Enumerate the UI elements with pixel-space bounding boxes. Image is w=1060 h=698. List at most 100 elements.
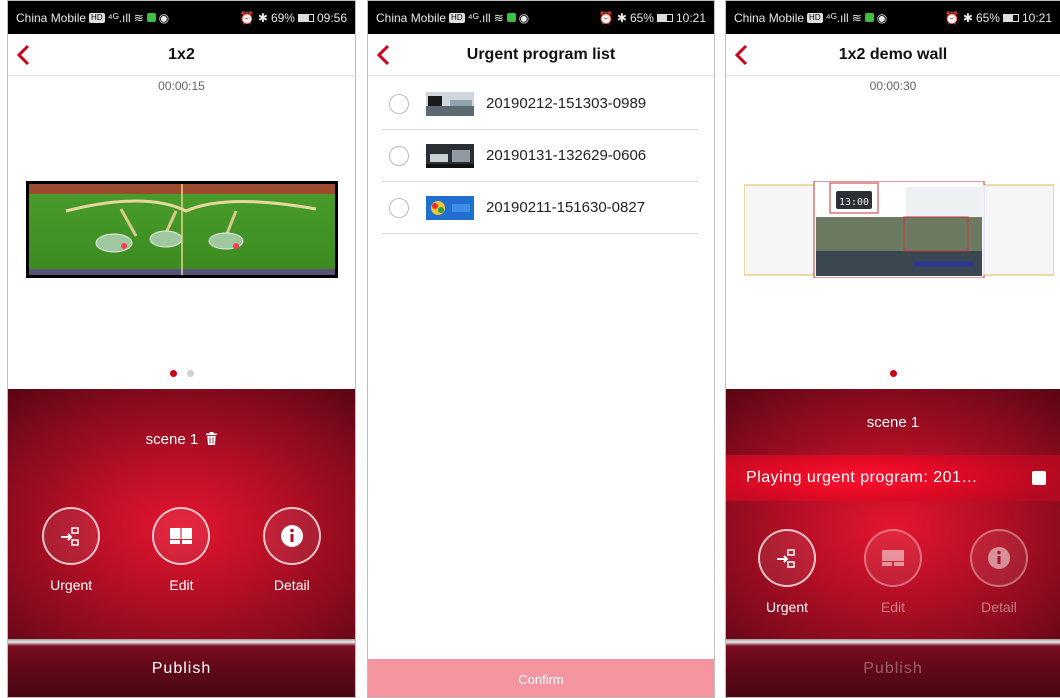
trash-icon[interactable] (206, 432, 218, 449)
page-dot[interactable] (889, 370, 897, 377)
phone-screen-demo-wall: China Mobile HD ⁴ᴳ.ıll ≋ ◉ ⏰ ✱ 65% 10:21… (725, 0, 1060, 698)
clock-display: 13:00 (839, 197, 869, 208)
page-title: Urgent program list (466, 45, 616, 63)
battery-percent: 69% (270, 10, 295, 25)
battery-icon (297, 13, 314, 22)
program-name: 20190212-151303-0989 (486, 95, 647, 112)
confirm-button[interactable]: Confirm (368, 659, 714, 697)
app-notification-icon (864, 13, 874, 22)
alarm-icon: ⏰ (944, 10, 960, 25)
notification-icon: ◉ (876, 10, 888, 25)
edit-label: Edit (169, 577, 194, 593)
playback-timer: 00:00:15 (158, 79, 205, 93)
carrier-label: China Mobile (376, 10, 447, 25)
signal-icon: ⁴ᴳ.ıll (107, 10, 131, 25)
urgent-checkbox[interactable] (1032, 471, 1046, 485)
radio-button[interactable] (389, 93, 409, 114)
detail-button[interactable]: Detail (954, 529, 1044, 615)
urgent-button[interactable]: Urgent (742, 529, 832, 615)
program-list-item[interactable]: 20190212-151303-0989 (382, 78, 698, 130)
urgent-icon (758, 529, 816, 587)
detail-button[interactable]: Detail (247, 507, 337, 593)
scene-header: scene 1 (726, 414, 1060, 431)
publish-button[interactable]: Publish (8, 639, 355, 697)
chevron-left-icon (16, 44, 30, 66)
signal-icon: ⁴ᴳ.ıll (825, 10, 849, 25)
program-name: 20190211-151630-0827 (486, 199, 646, 216)
notification-icon: ◉ (158, 10, 170, 25)
wifi-icon: ≋ (493, 10, 504, 25)
radio-button[interactable] (389, 197, 409, 218)
title-bar: 1x2 (8, 34, 355, 76)
page-indicator (8, 370, 355, 377)
action-row: Urgent Edit Detail (8, 507, 355, 593)
edit-button[interactable]: Edit (136, 507, 226, 593)
detail-label: Detail (273, 577, 310, 593)
back-button[interactable] (16, 34, 46, 76)
scene-panel: scene 1 Urgent Edit Detail (726, 389, 1060, 639)
clock-time: 09:56 (316, 10, 347, 25)
status-bar: China Mobile HD ⁴ᴳ.ıll ≋ ◉ ⏰ ✱ 65% 10:21 (726, 1, 1060, 34)
page-dot[interactable] (186, 370, 194, 377)
hd-badge: HD (89, 12, 105, 23)
phone-screen-wall-1x2: China Mobile HD ⁴ᴳ.ıll ≋ ◉ ⏰ ✱ 69% 09:56… (7, 0, 356, 698)
title-bar: 1x2 demo wall (726, 34, 1060, 76)
wifi-icon: ≋ (133, 10, 144, 25)
carrier-label: China Mobile (734, 10, 805, 25)
action-row: Urgent Edit Detail (726, 529, 1060, 615)
program-list-item[interactable]: 20190131-132629-0606 (382, 130, 698, 182)
program-list-item[interactable]: 20190211-151630-0827 (382, 182, 698, 234)
battery-percent: 65% (975, 10, 1000, 25)
edit-button[interactable]: Edit (848, 529, 938, 615)
alarm-icon: ⏰ (598, 10, 614, 25)
wall-preview[interactable]: 13:00 (743, 180, 1055, 283)
carrier-label: China Mobile (16, 10, 87, 25)
wall-preview[interactable] (26, 181, 338, 283)
title-bar: Urgent program list (368, 34, 714, 76)
radio-button[interactable] (389, 145, 409, 166)
urgent-icon (42, 507, 101, 565)
notification-icon: ◉ (518, 10, 530, 25)
page-dot[interactable] (169, 370, 177, 377)
wifi-icon: ≋ (851, 10, 862, 25)
urgent-playing-text: Playing urgent program: 201… (746, 469, 978, 486)
chevron-left-icon (734, 44, 748, 66)
program-thumbnail (426, 91, 474, 116)
urgent-playing-bar: Playing urgent program: 201… (726, 455, 1060, 501)
clock-time: 10:21 (675, 10, 706, 25)
back-button[interactable] (734, 34, 764, 76)
program-thumbnail (426, 195, 474, 220)
back-button[interactable] (376, 34, 406, 76)
bluetooth-icon: ✱ (257, 10, 268, 25)
urgent-button[interactable]: Urgent (26, 507, 116, 593)
status-bar: China Mobile HD ⁴ᴳ.ıll ≋ ◉ ⏰ ✱ 65% 10:21 (368, 1, 714, 34)
hd-badge: HD (449, 12, 465, 23)
scene-label: scene 1 (866, 414, 920, 431)
page-title: 1x2 (168, 45, 195, 63)
signal-icon: ⁴ᴳ.ıll (467, 10, 491, 25)
chevron-left-icon (376, 44, 390, 66)
edit-icon (152, 507, 211, 565)
detail-label: Detail (981, 599, 1017, 615)
edit-label: Edit (880, 599, 906, 615)
app-notification-icon (506, 13, 516, 22)
battery-percent: 65% (629, 10, 654, 25)
scene-label: scene 1 (145, 431, 199, 448)
alarm-icon: ⏰ (239, 10, 255, 25)
app-notification-icon (146, 13, 156, 22)
page-indicator (726, 370, 1060, 377)
clock-time: 10:21 (1021, 10, 1052, 25)
publish-button[interactable]: Publish (726, 639, 1060, 697)
program-name: 20190131-132629-0606 (486, 147, 647, 164)
wall-preview-image (26, 181, 338, 278)
battery-icon (656, 13, 673, 22)
urgent-label: Urgent (50, 577, 93, 593)
program-thumbnail (426, 143, 474, 168)
info-icon (262, 507, 321, 565)
bluetooth-icon: ✱ (962, 10, 973, 25)
status-bar: China Mobile HD ⁴ᴳ.ıll ≋ ◉ ⏰ ✱ 69% 09:56 (8, 1, 355, 34)
wall-preview-image: 13:00 (743, 180, 1055, 279)
edit-icon (864, 529, 922, 587)
bluetooth-icon: ✱ (616, 10, 627, 25)
phone-screen-urgent-list: China Mobile HD ⁴ᴳ.ıll ≋ ◉ ⏰ ✱ 65% 10:21… (367, 0, 715, 698)
